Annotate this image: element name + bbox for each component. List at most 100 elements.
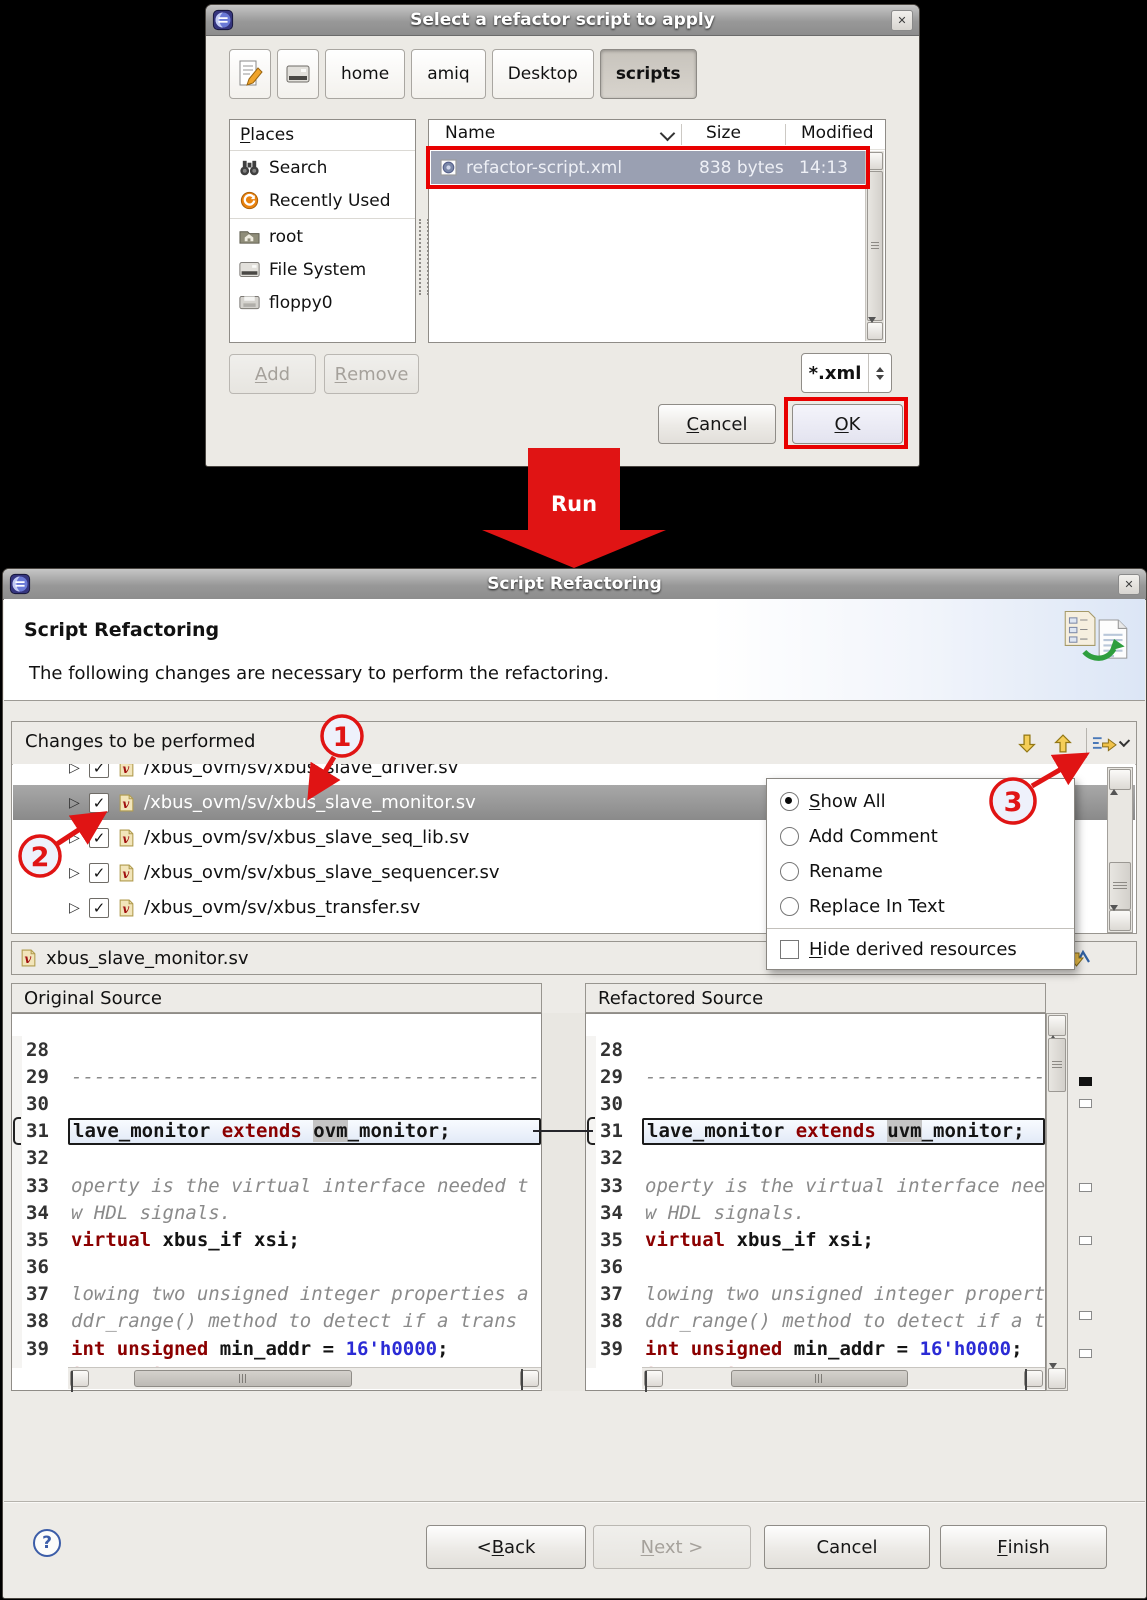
wizard-titlebar[interactable]: Script Refactoring ✕ xyxy=(3,569,1146,600)
code-vertical-scrollbar[interactable] xyxy=(1046,1013,1068,1391)
code-segment: extends xyxy=(222,1120,302,1142)
chooser-titlebar[interactable]: Select a refactor script to apply ✕ xyxy=(206,5,919,36)
scroll-down-icon[interactable] xyxy=(867,322,883,340)
type-filename-button[interactable] xyxy=(229,49,271,99)
refactored-source-pane[interactable]: 2829------------------------------------… xyxy=(585,1013,1046,1391)
scrollbar-thumb[interactable] xyxy=(1109,862,1131,910)
expander-icon[interactable]: ▷ xyxy=(69,795,86,811)
svg-text:v: v xyxy=(24,952,31,966)
close-icon[interactable]: ✕ xyxy=(1118,574,1140,595)
line-number: 36 xyxy=(596,1256,642,1278)
code-text: lave_monitor extends uvm_monitor; xyxy=(642,1118,1045,1145)
expander-icon[interactable]: ▷ xyxy=(69,764,86,776)
horizontal-scrollbar[interactable] xyxy=(68,1367,541,1389)
place-item-floppy0[interactable]: floppy0 xyxy=(230,286,415,319)
tree-scrollbar[interactable] xyxy=(1107,767,1133,933)
cancel-button[interactable]: Cancel xyxy=(658,404,776,444)
place-item-file-system[interactable]: File System xyxy=(230,253,415,286)
path-button-amiq[interactable]: amiq xyxy=(411,49,486,99)
scroll-left-icon[interactable] xyxy=(644,1370,663,1387)
scroll-right-icon[interactable] xyxy=(1024,1370,1043,1387)
radio-icon[interactable] xyxy=(780,862,799,881)
ruler-mark[interactable] xyxy=(1079,1236,1092,1245)
menu-option-replace-in-text[interactable]: Replace In Text xyxy=(767,889,1074,924)
spinner-icon[interactable] xyxy=(868,354,891,392)
scroll-right-icon[interactable] xyxy=(520,1370,539,1387)
menu-option-rename[interactable]: Rename xyxy=(767,854,1074,889)
filter-dropdown-menu: Show AllAdd CommentRenameReplace In Text… xyxy=(766,778,1075,970)
expander-icon[interactable]: ▷ xyxy=(69,830,86,846)
code-text: int unsigned min_addr = 16'h0000; xyxy=(642,1335,1045,1362)
cancel-button[interactable]: Cancel xyxy=(764,1525,930,1569)
checkbox-checked-icon[interactable]: ✓ xyxy=(89,793,109,813)
sv-file-icon: v xyxy=(21,949,36,967)
file-type-filter[interactable]: *.xml xyxy=(801,353,892,393)
overview-ruler[interactable] xyxy=(1076,1013,1096,1391)
checkbox-checked-icon[interactable]: ✓ xyxy=(89,764,109,778)
original-source-pane[interactable]: 2829------------------------------------… xyxy=(11,1013,542,1391)
code-segment: min_addr = xyxy=(782,1338,919,1360)
scroll-left-icon[interactable] xyxy=(70,1370,89,1387)
sv-file-icon: v xyxy=(119,864,134,882)
remove-button[interactable]: Remove xyxy=(324,354,419,394)
checkbox-checked-icon[interactable]: ✓ xyxy=(89,863,109,883)
code-segment: virtual xyxy=(645,1229,725,1251)
next-change-button[interactable] xyxy=(1009,727,1045,759)
path-button-desktop[interactable]: Desktop xyxy=(492,49,594,99)
filter-menu-button[interactable] xyxy=(1092,727,1128,759)
sort-chevron-icon xyxy=(660,126,676,142)
radio-icon[interactable] xyxy=(780,897,799,916)
radio-icon-selected[interactable] xyxy=(780,792,799,811)
place-label: root xyxy=(269,227,303,247)
column-name[interactable]: Name xyxy=(445,123,495,143)
checkbox-checked-icon[interactable]: ✓ xyxy=(89,898,109,918)
drive-button[interactable] xyxy=(277,49,319,99)
finish-button[interactable]: Finish xyxy=(940,1525,1107,1569)
path-button-scripts[interactable]: scripts xyxy=(600,49,697,99)
code-gutter xyxy=(12,1172,22,1199)
checkbox-checked-icon[interactable]: ✓ xyxy=(89,828,109,848)
folder-icon xyxy=(239,227,260,246)
scrollbar-thumb[interactable] xyxy=(1048,1038,1066,1092)
scroll-down-icon[interactable] xyxy=(1048,1368,1066,1389)
code-segment: virtual xyxy=(71,1229,151,1251)
changes-header: Changes to be performed xyxy=(12,722,1136,765)
place-item-recently-used[interactable]: Recently Used xyxy=(230,184,415,217)
place-item-root[interactable]: root xyxy=(230,220,415,253)
path-button-home[interactable]: home xyxy=(325,49,405,99)
code-line-37: 37lowing two unsigned integer properties… xyxy=(12,1281,541,1308)
scroll-up-icon[interactable] xyxy=(1048,1015,1066,1036)
radio-icon[interactable] xyxy=(780,827,799,846)
scroll-up-icon[interactable] xyxy=(1109,769,1131,790)
changes-toolbar xyxy=(1009,727,1128,759)
ruler-mark[interactable] xyxy=(1079,1077,1092,1086)
help-button[interactable]: ? xyxy=(33,1529,61,1557)
scrollbar-thumb[interactable] xyxy=(867,171,883,321)
code-line-31: 31lave_monitor extends uvm_monitor; xyxy=(586,1118,1045,1145)
scrollbar-thumb[interactable] xyxy=(134,1370,352,1387)
scroll-down-icon[interactable] xyxy=(1109,910,1131,931)
line-number: 33 xyxy=(596,1175,642,1197)
scrollbar-thumb[interactable] xyxy=(731,1370,908,1387)
back-button[interactable]: < Back xyxy=(426,1525,586,1569)
close-icon[interactable]: ✕ xyxy=(891,10,913,31)
menu-option-add-comment[interactable]: Add Comment xyxy=(767,819,1074,854)
expander-icon[interactable]: ▷ xyxy=(69,865,86,881)
menu-item-hide-derived-resources[interactable]: Hide derived resources xyxy=(767,932,1074,967)
column-size[interactable]: Size xyxy=(706,123,741,143)
ruler-mark[interactable] xyxy=(1079,1349,1092,1358)
horizontal-scrollbar[interactable] xyxy=(642,1367,1045,1389)
ruler-mark[interactable] xyxy=(1079,1099,1092,1108)
next-button[interactable]: Next > xyxy=(593,1525,751,1569)
checkbox-icon[interactable] xyxy=(780,940,799,959)
column-modified[interactable]: Modified xyxy=(801,123,874,143)
add-button[interactable]: Add xyxy=(229,354,316,394)
expander-icon[interactable]: ▷ xyxy=(69,900,86,916)
previous-change-button[interactable] xyxy=(1045,727,1081,759)
line-number: 32 xyxy=(596,1147,642,1169)
ruler-mark[interactable] xyxy=(1079,1311,1092,1320)
code-gutter xyxy=(586,1090,596,1117)
place-item-search[interactable]: Search xyxy=(230,151,415,184)
menu-option-show-all[interactable]: Show All xyxy=(767,784,1074,819)
ruler-mark[interactable] xyxy=(1079,1183,1092,1192)
